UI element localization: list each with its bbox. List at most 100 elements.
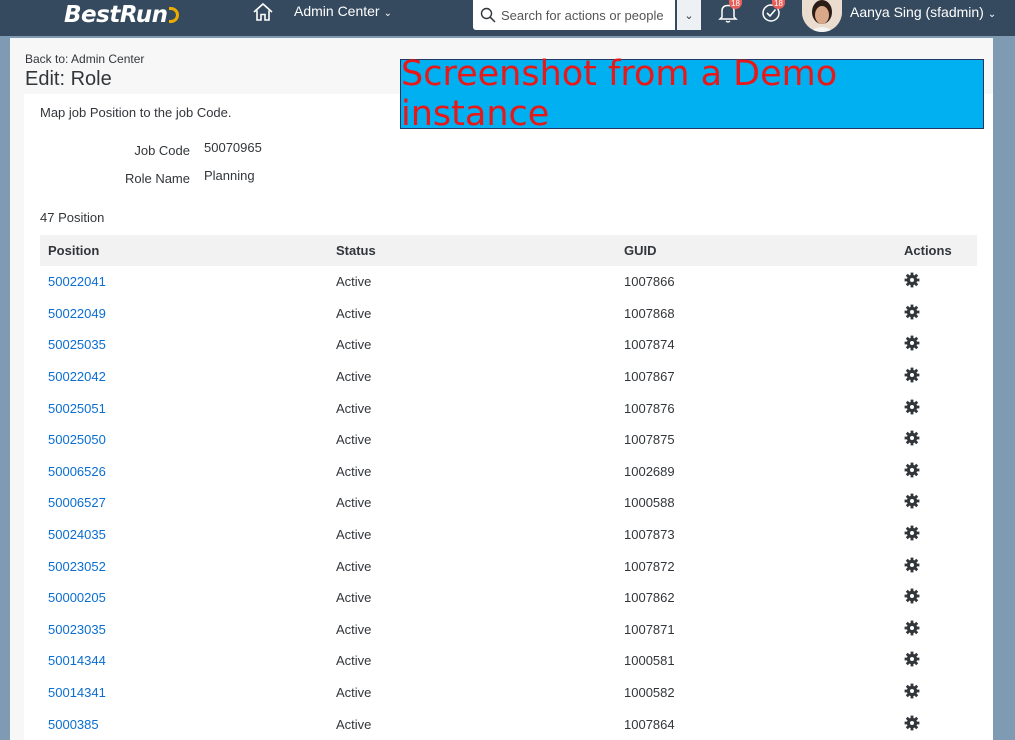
column-header-guid[interactable]: GUID [616,235,904,266]
job-code-value: 50070965 [204,140,262,155]
actions-cell [904,645,977,677]
actions-cell [904,329,977,361]
position-link[interactable]: 50014341 [48,685,106,700]
guid-cell: 1007876 [624,400,675,416]
gear-icon[interactable] [904,557,920,573]
position-cell: 50023052 [40,550,328,582]
chevron-down-icon: ⌄ [684,9,694,22]
back-link[interactable]: Back to: Admin Center [25,52,144,66]
page-title: Edit: Role [25,68,112,90]
page-header: Back to: Admin Center Edit: Role [25,52,144,91]
role-name-label: Role Name [124,171,190,186]
actions-cell [904,298,977,330]
gear-icon[interactable] [904,683,920,699]
user-menu[interactable]: Aanya Sing (sfadmin) ⌄ [850,4,996,20]
nav-title-menu[interactable]: Admin Center ⌄ [294,3,392,19]
page-container: Back to: Admin Center Edit: Role Map job… [10,38,993,740]
status-cell: Active [336,590,372,606]
guid-cell: 1007862 [624,590,675,606]
guid-cell: 1007868 [624,305,675,321]
content-panel: Map job Position to the job Code. Job Co… [24,94,993,740]
chevron-down-icon: ⌄ [383,8,392,19]
home-icon[interactable] [252,2,274,22]
position-cell: 50025051 [40,392,328,424]
status-cell: Active [336,653,372,669]
gear-icon[interactable] [904,651,920,667]
position-cell: 50024035 [40,519,328,551]
status-cell: Active [336,337,372,353]
status-cell: Active [336,369,372,385]
gear-icon[interactable] [904,272,920,288]
gear-icon[interactable] [904,525,920,541]
position-link[interactable]: 5000385 [48,717,99,732]
table-row: 50023052 Active 1007872 [40,550,977,582]
guid-cell: 1000582 [624,685,675,701]
position-cell: 50023035 [40,614,328,646]
position-cell: 50025035 [40,329,328,361]
gear-icon[interactable] [904,715,920,731]
guid-cell: 1007874 [624,337,675,353]
table-row: 50023035 Active 1007871 [40,614,977,646]
gear-icon[interactable] [904,620,920,636]
todo-button[interactable]: 18 [761,0,785,24]
positions-table: Position Status GUID Actions 50022041 Ac… [40,235,977,740]
logo-text: BestRun [64,2,168,28]
position-link[interactable]: 50023052 [48,559,106,574]
position-link[interactable]: 50000205 [48,590,106,605]
notifications-button[interactable]: 18 [718,0,742,24]
gear-icon[interactable] [904,588,920,604]
position-cell: 50014344 [40,645,328,677]
actions-cell [904,550,977,582]
guid-cell: 1000581 [624,653,675,669]
position-link[interactable]: 50022041 [48,274,106,289]
chevron-down-icon: ⌄ [987,9,997,20]
search-box[interactable] [473,0,675,30]
guid-cell: 1002689 [624,463,675,479]
status-cell: Active [336,400,372,416]
table-row: 50022042 Active 1007867 [40,361,977,393]
status-cell: Active [336,463,372,479]
guid-cell: 1000588 [624,495,675,511]
position-link[interactable]: 50006526 [48,464,106,479]
gear-icon[interactable] [904,367,920,383]
search-input[interactable] [501,7,671,23]
table-row: 50022041 Active 1007866 [40,266,977,298]
table-row: 50025035 Active 1007874 [40,329,977,361]
column-header-actions: Actions [904,243,952,258]
position-cell: 50006527 [40,487,328,519]
actions-cell [904,424,977,456]
position-link[interactable]: 50025050 [48,432,106,447]
logo-arc-icon [168,7,179,23]
gear-icon[interactable] [904,399,920,415]
form-description: Map job Position to the job Code. [40,105,232,120]
guid-cell: 1007867 [624,369,675,385]
column-header-position[interactable]: Position [40,235,328,266]
position-cell: 5000385 [40,708,328,740]
search-scope-dropdown[interactable]: ⌄ [677,0,701,30]
position-cell: 50014341 [40,677,328,709]
avatar[interactable] [802,0,842,32]
position-cell: 50022041 [40,266,328,298]
gear-icon[interactable] [904,430,920,446]
gear-icon[interactable] [904,493,920,509]
position-cell: 50000205 [40,582,328,614]
actions-cell [904,392,977,424]
position-link[interactable]: 50014344 [48,653,106,668]
shell-bar: BestRun Admin Center⌄ ⌄ 18 18 [0,0,1015,36]
gear-icon[interactable] [904,304,920,320]
status-cell: Active [336,305,372,321]
table-row: 50014344 Active 1000581 [40,645,977,677]
position-link[interactable]: 50022042 [48,369,106,384]
bestrun-logo[interactable]: BestRun [64,0,179,30]
position-link[interactable]: 50024035 [48,527,106,542]
column-header-status[interactable]: Status [328,235,616,266]
position-cell: 50022042 [40,361,328,393]
gear-icon[interactable] [904,462,920,478]
position-link[interactable]: 50025035 [48,337,106,352]
gear-icon[interactable] [904,335,920,351]
position-link[interactable]: 50025051 [48,401,106,416]
position-link[interactable]: 50006527 [48,495,106,510]
position-link[interactable]: 50022049 [48,306,106,321]
status-cell: Active [336,558,372,574]
position-link[interactable]: 50023035 [48,622,106,637]
